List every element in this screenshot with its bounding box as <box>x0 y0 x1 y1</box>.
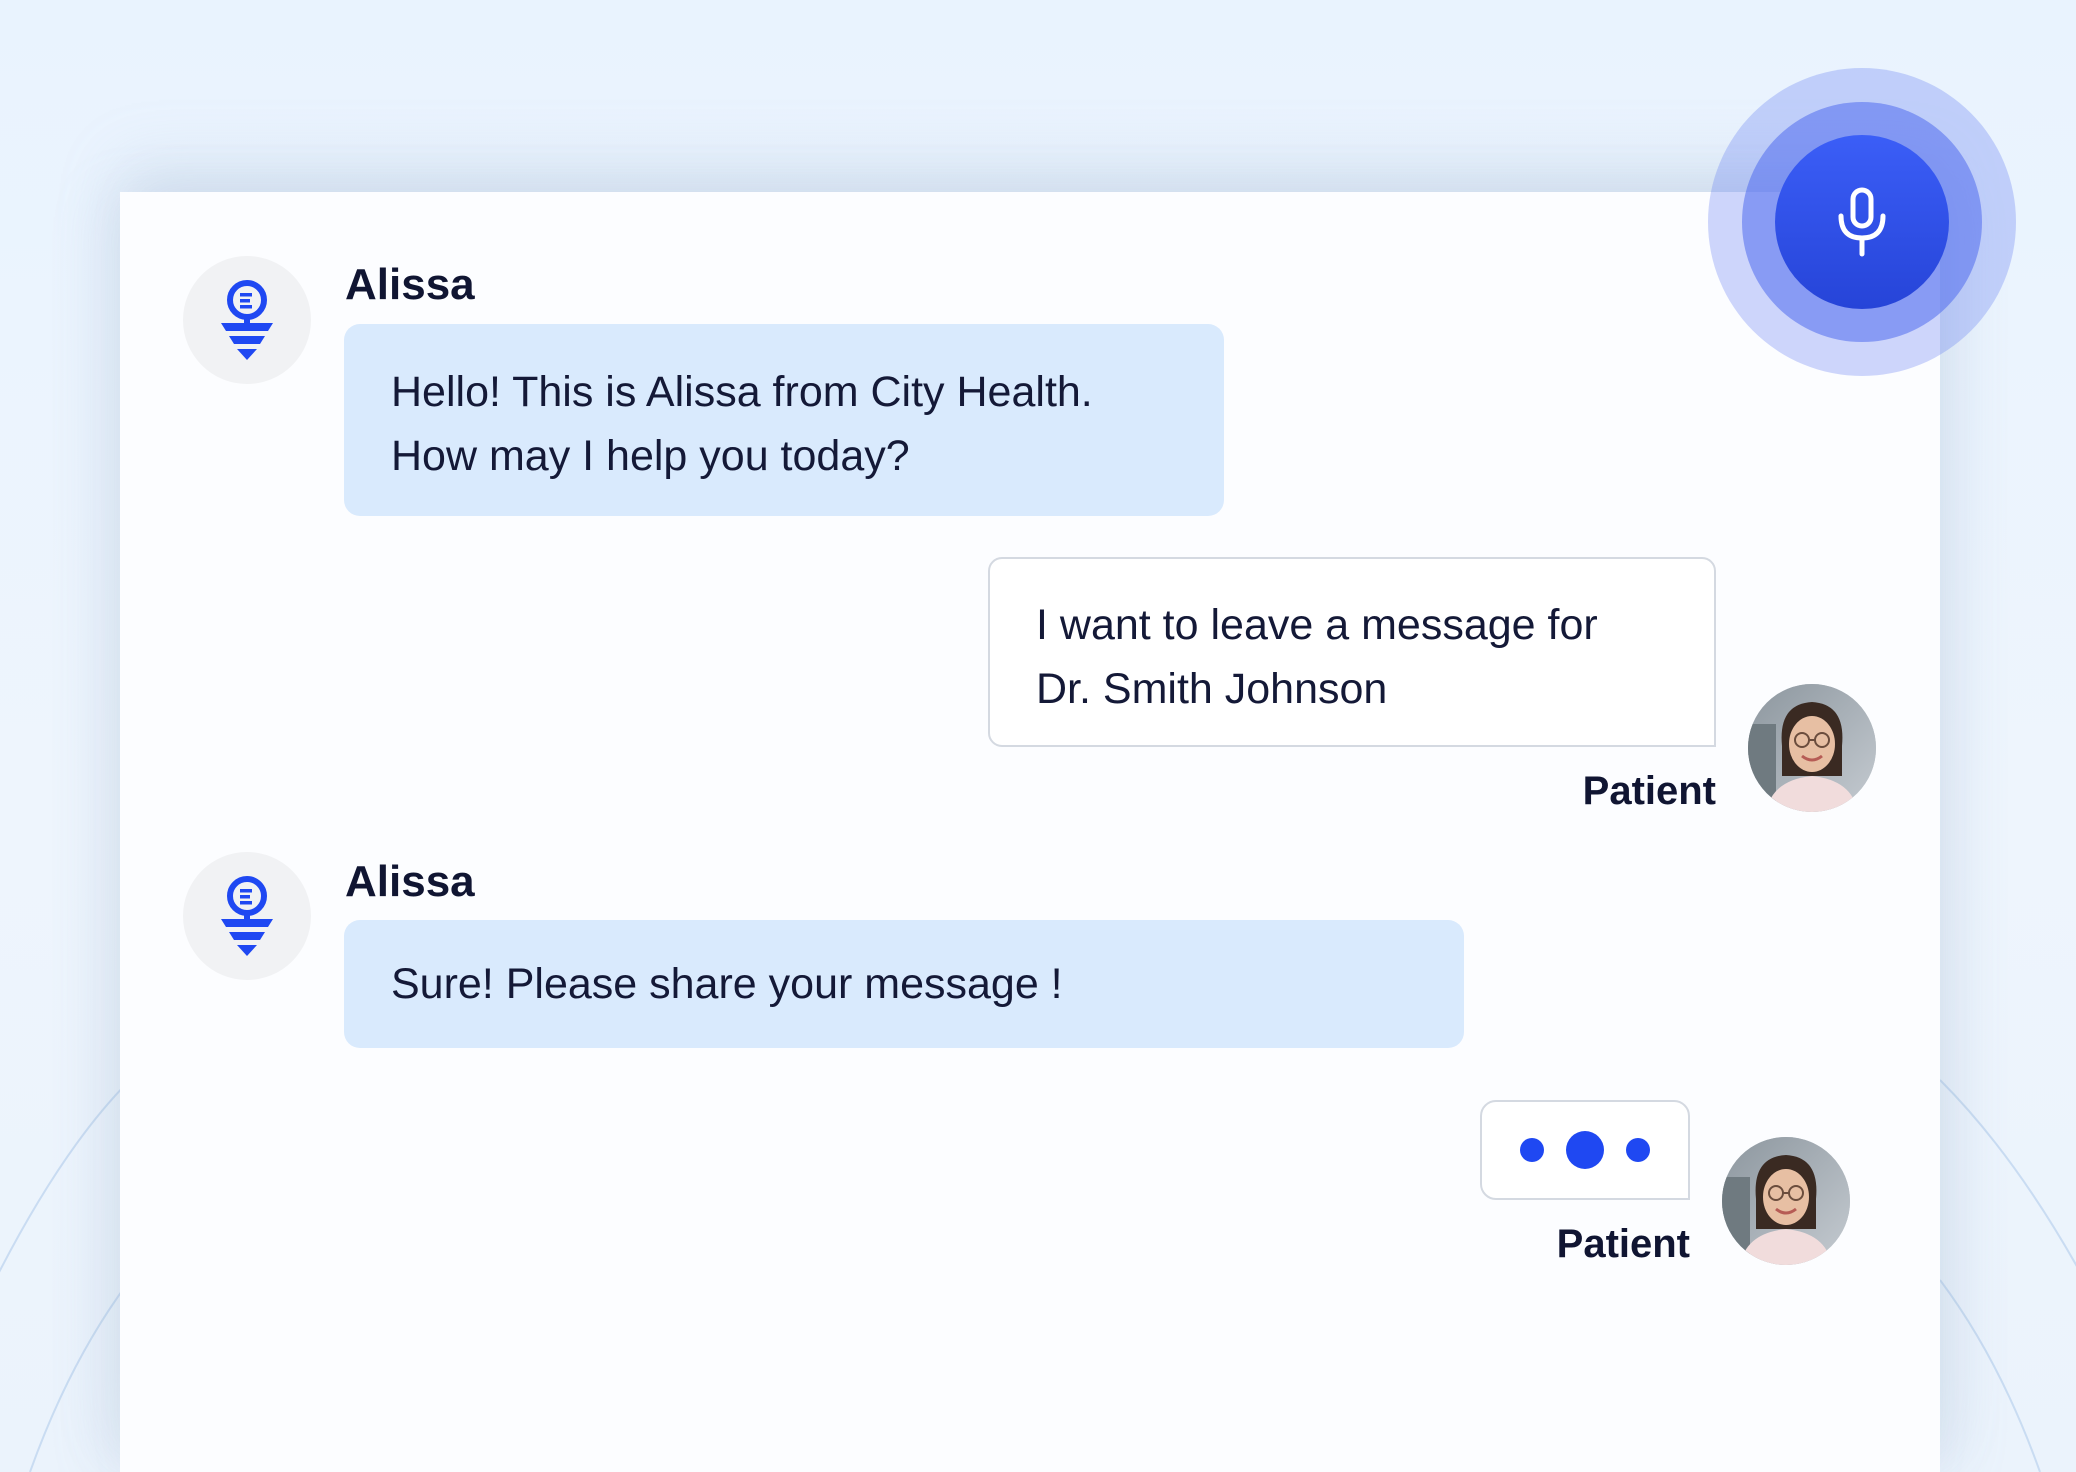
agent-message-bubble: Hello! This is Alissa from City Health. … <box>344 324 1224 516</box>
typing-dot <box>1566 1131 1604 1169</box>
typing-dot <box>1626 1138 1650 1162</box>
message-line: Hello! This is Alissa from City Health. <box>391 368 1093 416</box>
agent-avatar <box>183 256 311 384</box>
message-line: Dr. Smith Johnson <box>1036 665 1388 713</box>
assistant-logo-icon <box>221 876 273 956</box>
typing-dot <box>1520 1138 1544 1162</box>
sender-name: Alissa <box>345 260 475 309</box>
patient-photo <box>1748 684 1876 812</box>
patient-photo <box>1722 1137 1850 1265</box>
message-line: How may I help you today? <box>391 432 910 480</box>
patient-avatar <box>1748 684 1876 812</box>
agent-avatar <box>183 852 311 980</box>
chat-panel: Alissa Hello! This is Alissa from City H… <box>120 192 1940 1472</box>
message-line: Sure! Please share your message ! <box>391 960 1063 1008</box>
sender-name: Patient <box>1556 1222 1690 1266</box>
patient-avatar <box>1722 1137 1850 1265</box>
message-line: I want to leave a message for <box>1036 601 1598 649</box>
typing-indicator <box>1480 1100 1690 1200</box>
mic-widget <box>1708 68 2016 376</box>
sender-name: Alissa <box>345 857 475 906</box>
assistant-logo-icon <box>221 280 273 360</box>
microphone-icon <box>1838 187 1886 257</box>
sender-name: Patient <box>1582 769 1716 813</box>
user-message-bubble: I want to leave a message for Dr. Smith … <box>988 557 1716 747</box>
mic-button[interactable] <box>1775 135 1949 309</box>
agent-message-bubble: Sure! Please share your message ! <box>344 920 1464 1048</box>
